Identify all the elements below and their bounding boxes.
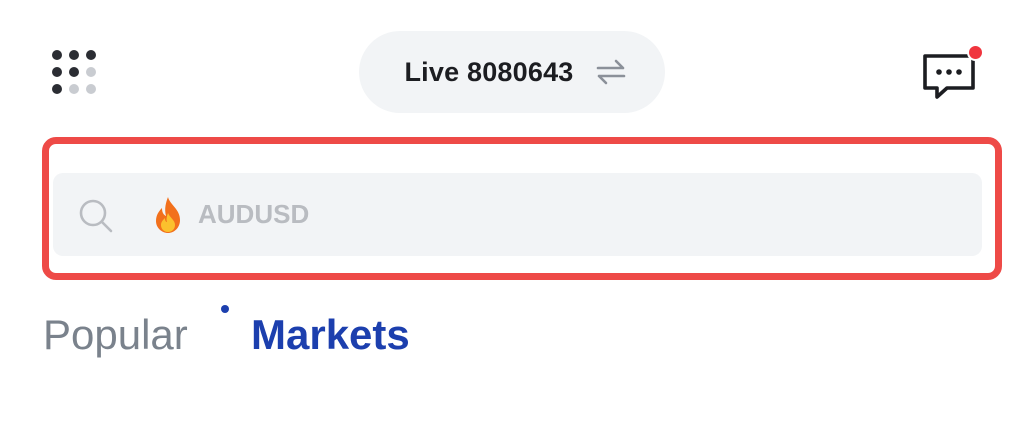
search-placeholder: AUDUSD bbox=[198, 199, 310, 229]
tab-popular[interactable]: Popular bbox=[43, 309, 188, 361]
grid-dot bbox=[69, 84, 79, 94]
account-switcher-button[interactable]: Live 8080643 bbox=[359, 31, 665, 113]
grid-dot bbox=[86, 67, 96, 77]
grid-dot bbox=[52, 84, 62, 94]
grid-dot bbox=[69, 50, 79, 60]
grid-dot bbox=[69, 67, 79, 77]
search-icon bbox=[79, 199, 113, 233]
account-label: Live 8080643 bbox=[404, 56, 574, 87]
swap-arrows-icon bbox=[596, 59, 625, 85]
notification-badge bbox=[967, 44, 984, 61]
grid-dot bbox=[86, 84, 96, 94]
search-input[interactable]: AUDUSD bbox=[53, 173, 982, 256]
grid-dot bbox=[52, 67, 62, 77]
tab-markets[interactable]: Markets bbox=[251, 309, 410, 361]
tab-indicator-dot bbox=[221, 305, 229, 313]
grid-dot bbox=[86, 50, 96, 60]
messages-button[interactable] bbox=[919, 44, 984, 102]
grid-dot bbox=[52, 50, 62, 60]
fire-icon bbox=[156, 197, 180, 233]
app-grid-icon[interactable] bbox=[52, 50, 96, 94]
